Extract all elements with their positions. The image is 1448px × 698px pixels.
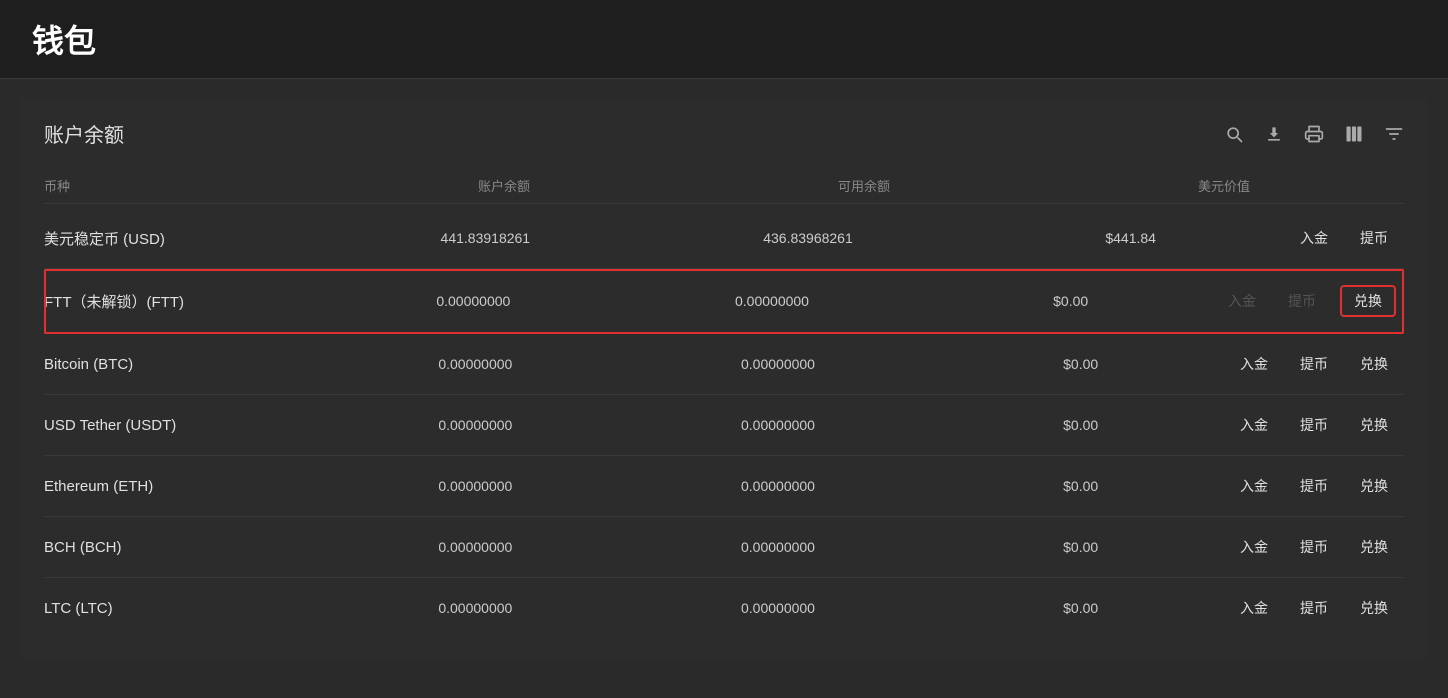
- currency-name-eth: Ethereum (ETH): [44, 478, 324, 495]
- currency-name-usdt: USD Tether (USDT): [44, 417, 324, 434]
- usd-value-ftt: $0.00: [921, 293, 1220, 309]
- usd-value-eth: $0.00: [929, 478, 1232, 494]
- withdraw-button-ftt: 提币: [1280, 287, 1324, 315]
- table-row: BCH (BCH)0.000000000.00000000$0.00入金提币兑换: [44, 517, 1404, 578]
- page-title: 钱包: [32, 16, 1416, 62]
- actions-eth: 入金提币兑换: [1232, 472, 1404, 500]
- table-row: FTT（未解锁）(FTT)0.000000000.00000000$0.00入金…: [44, 269, 1404, 334]
- col-header-available: 可用余额: [684, 176, 1044, 195]
- withdraw-button-usdt[interactable]: 提币: [1292, 411, 1336, 439]
- deposit-button-ltc[interactable]: 入金: [1232, 594, 1276, 622]
- exchange-button-bch[interactable]: 兑换: [1352, 533, 1396, 561]
- table-row: Ethereum (ETH)0.000000000.00000000$0.00入…: [44, 456, 1404, 517]
- currency-name-bch: BCH (BCH): [44, 539, 324, 556]
- balance-eth: 0.00000000: [324, 478, 627, 494]
- withdraw-button-usd[interactable]: 提币: [1352, 224, 1396, 252]
- actions-usd: 入金提币: [1292, 224, 1404, 252]
- col-header-balance: 账户余额: [324, 176, 684, 195]
- balance-usdt: 0.00000000: [324, 417, 627, 433]
- table-container: 币种 账户余额 可用余额 美元价值 美元稳定币 (USD)441.8391826…: [44, 168, 1404, 638]
- table-row: Bitcoin (BTC)0.000000000.00000000$0.00入金…: [44, 334, 1404, 395]
- actions-usdt: 入金提币兑换: [1232, 411, 1404, 439]
- withdraw-button-eth[interactable]: 提币: [1292, 472, 1336, 500]
- available-usdt: 0.00000000: [627, 417, 930, 433]
- currency-name-usd: 美元稳定币 (USD): [44, 228, 324, 249]
- actions-bch: 入金提币兑换: [1232, 533, 1404, 561]
- usd-value-usdt: $0.00: [929, 417, 1232, 433]
- usd-value-usd: $441.84: [969, 230, 1292, 246]
- deposit-button-btc[interactable]: 入金: [1232, 350, 1276, 378]
- exchange-button-eth[interactable]: 兑换: [1352, 472, 1396, 500]
- columns-icon[interactable]: [1344, 124, 1364, 144]
- table-row: USD Tether (USDT)0.000000000.00000000$0.…: [44, 395, 1404, 456]
- currency-name-ftt: FTT（未解锁）(FTT): [44, 291, 324, 312]
- available-ltc: 0.00000000: [627, 600, 930, 616]
- withdraw-button-ltc[interactable]: 提币: [1292, 594, 1336, 622]
- available-eth: 0.00000000: [627, 478, 930, 494]
- available-bch: 0.00000000: [627, 539, 930, 555]
- main-content: 账户余额: [20, 99, 1428, 658]
- balance-ltc: 0.00000000: [324, 600, 627, 616]
- table-row: LTC (LTC)0.000000000.00000000$0.00入金提币兑换: [44, 578, 1404, 638]
- table-rows: 美元稳定币 (USD)441.83918261436.83968261$441.…: [44, 208, 1404, 638]
- table-row: 美元稳定币 (USD)441.83918261436.83968261$441.…: [44, 208, 1404, 269]
- balance-usd: 441.83918261: [324, 230, 647, 246]
- balance-bch: 0.00000000: [324, 539, 627, 555]
- actions-btc: 入金提币兑换: [1232, 350, 1404, 378]
- deposit-button-bch[interactable]: 入金: [1232, 533, 1276, 561]
- balance-ftt: 0.00000000: [324, 293, 623, 309]
- exchange-button-ltc[interactable]: 兑换: [1352, 594, 1396, 622]
- usd-value-btc: $0.00: [929, 356, 1232, 372]
- col-header-usd: 美元价值: [1044, 176, 1404, 195]
- exchange-button-btc[interactable]: 兑换: [1352, 350, 1396, 378]
- table-header: 币种 账户余额 可用余额 美元价值: [44, 168, 1404, 204]
- filter-icon[interactable]: [1384, 124, 1404, 144]
- deposit-button-ftt: 入金: [1220, 287, 1264, 315]
- print-icon[interactable]: [1304, 124, 1324, 144]
- actions-ftt: 入金提币兑换: [1220, 285, 1404, 317]
- section-header: 账户余额: [44, 119, 1404, 148]
- toolbar: [1224, 124, 1404, 144]
- exchange-button-ftt[interactable]: 兑换: [1340, 285, 1396, 317]
- available-btc: 0.00000000: [627, 356, 930, 372]
- exchange-button-usdt[interactable]: 兑换: [1352, 411, 1396, 439]
- actions-ltc: 入金提币兑换: [1232, 594, 1404, 622]
- search-icon[interactable]: [1224, 124, 1244, 144]
- balance-btc: 0.00000000: [324, 356, 627, 372]
- available-usd: 436.83968261: [647, 230, 970, 246]
- currency-name-btc: Bitcoin (BTC): [44, 356, 324, 373]
- usd-value-bch: $0.00: [929, 539, 1232, 555]
- withdraw-button-bch[interactable]: 提币: [1292, 533, 1336, 561]
- usd-value-ltc: $0.00: [929, 600, 1232, 616]
- deposit-button-eth[interactable]: 入金: [1232, 472, 1276, 500]
- download-icon[interactable]: [1264, 124, 1284, 144]
- section-title: 账户余额: [44, 119, 124, 148]
- deposit-button-usd[interactable]: 入金: [1292, 224, 1336, 252]
- available-ftt: 0.00000000: [623, 293, 922, 309]
- withdraw-button-btc[interactable]: 提币: [1292, 350, 1336, 378]
- currency-name-ltc: LTC (LTC): [44, 600, 324, 617]
- page-header: 钱包: [0, 0, 1448, 79]
- deposit-button-usdt[interactable]: 入金: [1232, 411, 1276, 439]
- col-header-currency: 币种: [44, 176, 324, 195]
